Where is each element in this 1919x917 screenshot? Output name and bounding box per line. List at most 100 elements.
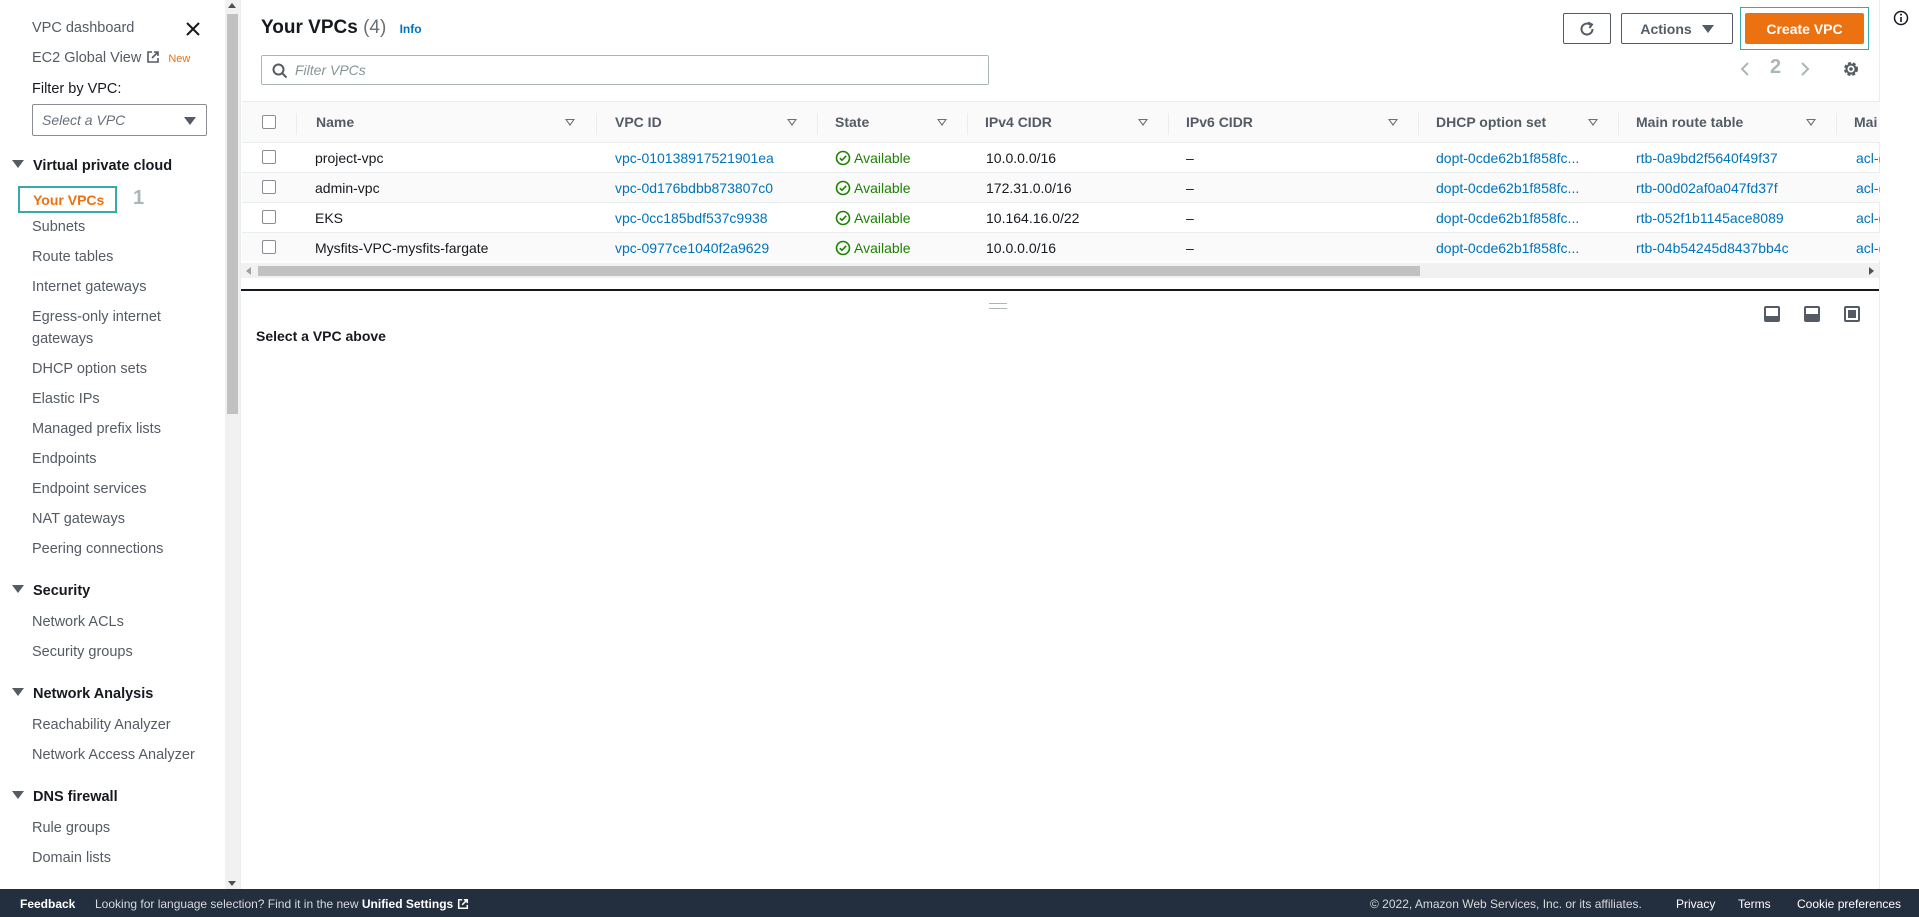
state-label: Available: [854, 180, 911, 196]
sidebar-scrollbar[interactable]: [225, 0, 240, 889]
filter-vpcs-search[interactable]: [261, 55, 989, 85]
scrollbar-thumb[interactable]: [258, 266, 1420, 276]
cookie-preferences-link[interactable]: Cookie preferences: [1797, 897, 1901, 911]
cell-dhcp-option-set[interactable]: dopt-0cde62b1f858fc...: [1436, 240, 1579, 256]
nav-domain-lists[interactable]: Domain lists: [32, 850, 111, 866]
cell-ipv4-cidr: 10.0.0.0/16: [986, 150, 1057, 166]
nav-egress-only-gateways[interactable]: Egress-only internet: [32, 309, 161, 325]
row-checkbox[interactable]: [262, 150, 276, 164]
feedback-link[interactable]: Feedback: [20, 897, 75, 911]
row-checkbox[interactable]: [262, 180, 276, 194]
close-icon[interactable]: [183, 19, 203, 39]
sort-icon[interactable]: [787, 119, 797, 126]
table-row[interactable]: project-vpc vpc-010138917521901ea Availa…: [242, 143, 1880, 173]
table-row[interactable]: admin-vpc vpc-0d176bdbb873807c0 Availabl…: [242, 173, 1880, 203]
cell-main-network-acl[interactable]: acl-(: [1856, 180, 1880, 196]
sort-icon[interactable]: [937, 119, 947, 126]
col-main-route-table[interactable]: Main route table: [1636, 114, 1743, 130]
section-virtual-private-cloud[interactable]: Virtual private cloud: [12, 158, 172, 174]
nav-route-tables[interactable]: Route tables: [32, 249, 113, 265]
sort-icon[interactable]: [565, 119, 575, 126]
nav-your-vpcs[interactable]: Your VPCs: [18, 186, 117, 213]
col-state[interactable]: State: [835, 114, 869, 130]
section-dns-firewall[interactable]: DNS firewall: [12, 789, 118, 805]
unified-settings-link[interactable]: Unified Settings: [362, 897, 469, 911]
cell-main-network-acl[interactable]: acl-(: [1856, 210, 1880, 226]
nav-endpoints[interactable]: Endpoints: [32, 451, 97, 467]
table-horizontal-scrollbar[interactable]: [241, 263, 1879, 278]
cell-main-route-table[interactable]: rtb-04b54245d8437bb4c: [1636, 240, 1789, 256]
vpc-filter-select[interactable]: Select a VPC: [32, 104, 207, 136]
col-ipv4-cidr[interactable]: IPv4 CIDR: [985, 114, 1052, 130]
table-row[interactable]: EKS vpc-0cc185bdf537c9938 Available 10.1…: [242, 203, 1880, 233]
external-link-icon: [457, 898, 468, 910]
nav-endpoint-services[interactable]: Endpoint services: [32, 481, 146, 497]
cell-dhcp-option-set[interactable]: dopt-0cde62b1f858fc...: [1436, 150, 1579, 166]
cell-ipv6-cidr: –: [1186, 150, 1194, 166]
section-security[interactable]: Security: [12, 583, 90, 599]
refresh-button[interactable]: [1563, 13, 1611, 44]
gear-icon[interactable]: [1842, 60, 1860, 78]
col-dhcp-option-set[interactable]: DHCP option set: [1436, 114, 1546, 130]
nav-rule-groups[interactable]: Rule groups: [32, 820, 110, 836]
search-input[interactable]: [295, 60, 975, 80]
split-full-icon[interactable]: [1844, 306, 1860, 322]
chevron-right-icon[interactable]: [1798, 61, 1812, 77]
sort-icon[interactable]: [1806, 119, 1816, 126]
nav-security-groups[interactable]: Security groups: [32, 644, 133, 660]
select-all-checkbox[interactable]: [262, 115, 276, 129]
scrollbar-thumb[interactable]: [227, 14, 238, 414]
nav-ec2-global-view-label: EC2 Global View: [32, 50, 142, 66]
sort-icon[interactable]: [1388, 119, 1398, 126]
cell-main-network-acl[interactable]: acl-(: [1856, 240, 1880, 256]
nav-elastic-ips[interactable]: Elastic IPs: [32, 391, 100, 407]
cell-vpc-id[interactable]: vpc-0d176bdbb873807c0: [615, 180, 773, 196]
nav-vpc-dashboard[interactable]: VPC dashboard: [32, 20, 134, 36]
scroll-down-arrow[interactable]: [228, 881, 236, 886]
nav-network-access-analyzer[interactable]: Network Access Analyzer: [32, 747, 195, 763]
nav-subnets[interactable]: Subnets: [32, 219, 85, 235]
cell-main-network-acl[interactable]: acl-(: [1856, 150, 1880, 166]
nav-managed-prefix-lists[interactable]: Managed prefix lists: [32, 421, 161, 437]
actions-dropdown-button[interactable]: Actions: [1621, 13, 1733, 44]
sort-icon[interactable]: [1588, 119, 1598, 126]
nav-internet-gateways[interactable]: Internet gateways: [32, 279, 146, 295]
sort-icon[interactable]: [1138, 119, 1148, 126]
info-link[interactable]: Info: [400, 22, 422, 36]
create-vpc-button[interactable]: Create VPC: [1745, 13, 1864, 44]
col-ipv6-cidr[interactable]: IPv6 CIDR: [1186, 114, 1253, 130]
cell-main-route-table[interactable]: rtb-00d02af0a047fd37f: [1636, 180, 1778, 196]
cell-dhcp-option-set[interactable]: dopt-0cde62b1f858fc...: [1436, 180, 1579, 196]
cell-main-route-table[interactable]: rtb-0a9bd2f5640f49f37: [1636, 150, 1778, 166]
split-bottom-icon[interactable]: [1764, 306, 1780, 322]
cell-vpc-id[interactable]: vpc-0cc185bdf537c9938: [615, 210, 768, 226]
privacy-link[interactable]: Privacy: [1676, 897, 1715, 911]
row-checkbox[interactable]: [262, 240, 276, 254]
scroll-left-arrow[interactable]: [246, 267, 251, 275]
nav-nat-gateways[interactable]: NAT gateways: [32, 511, 125, 527]
resize-handle[interactable]: [989, 303, 1007, 309]
nav-peering-connections[interactable]: Peering connections: [32, 541, 163, 557]
table-row[interactable]: Mysfits-VPC-mysfits-fargate vpc-0977ce10…: [242, 233, 1880, 261]
nav-ec2-global-view[interactable]: EC2 Global View New: [32, 50, 190, 66]
nav-network-acls[interactable]: Network ACLs: [32, 614, 124, 630]
section-network-analysis[interactable]: Network Analysis: [12, 686, 153, 702]
nav-dhcp-option-sets[interactable]: DHCP option sets: [32, 361, 147, 377]
scroll-right-arrow[interactable]: [1869, 267, 1874, 275]
column-divider: [1418, 113, 1419, 135]
info-icon[interactable]: [1893, 10, 1909, 26]
cell-dhcp-option-set[interactable]: dopt-0cde62b1f858fc...: [1436, 210, 1579, 226]
col-main-network-acl[interactable]: Mai: [1854, 114, 1877, 130]
cell-vpc-id[interactable]: vpc-010138917521901ea: [615, 150, 774, 166]
cell-main-route-table[interactable]: rtb-052f1b1145ace8089: [1636, 210, 1784, 226]
nav-reachability-analyzer[interactable]: Reachability Analyzer: [32, 717, 171, 733]
cell-vpc-id[interactable]: vpc-0977ce1040f2a9629: [615, 240, 769, 256]
chevron-left-icon[interactable]: [1738, 61, 1752, 77]
nav-egress-only-gateways-line2[interactable]: gateways: [32, 331, 93, 347]
row-checkbox[interactable]: [262, 210, 276, 224]
split-side-icon[interactable]: [1804, 306, 1820, 322]
col-vpc-id[interactable]: VPC ID: [615, 114, 662, 130]
scroll-up-arrow[interactable]: [228, 3, 236, 8]
terms-link[interactable]: Terms: [1738, 897, 1771, 911]
col-name[interactable]: Name: [316, 114, 354, 130]
